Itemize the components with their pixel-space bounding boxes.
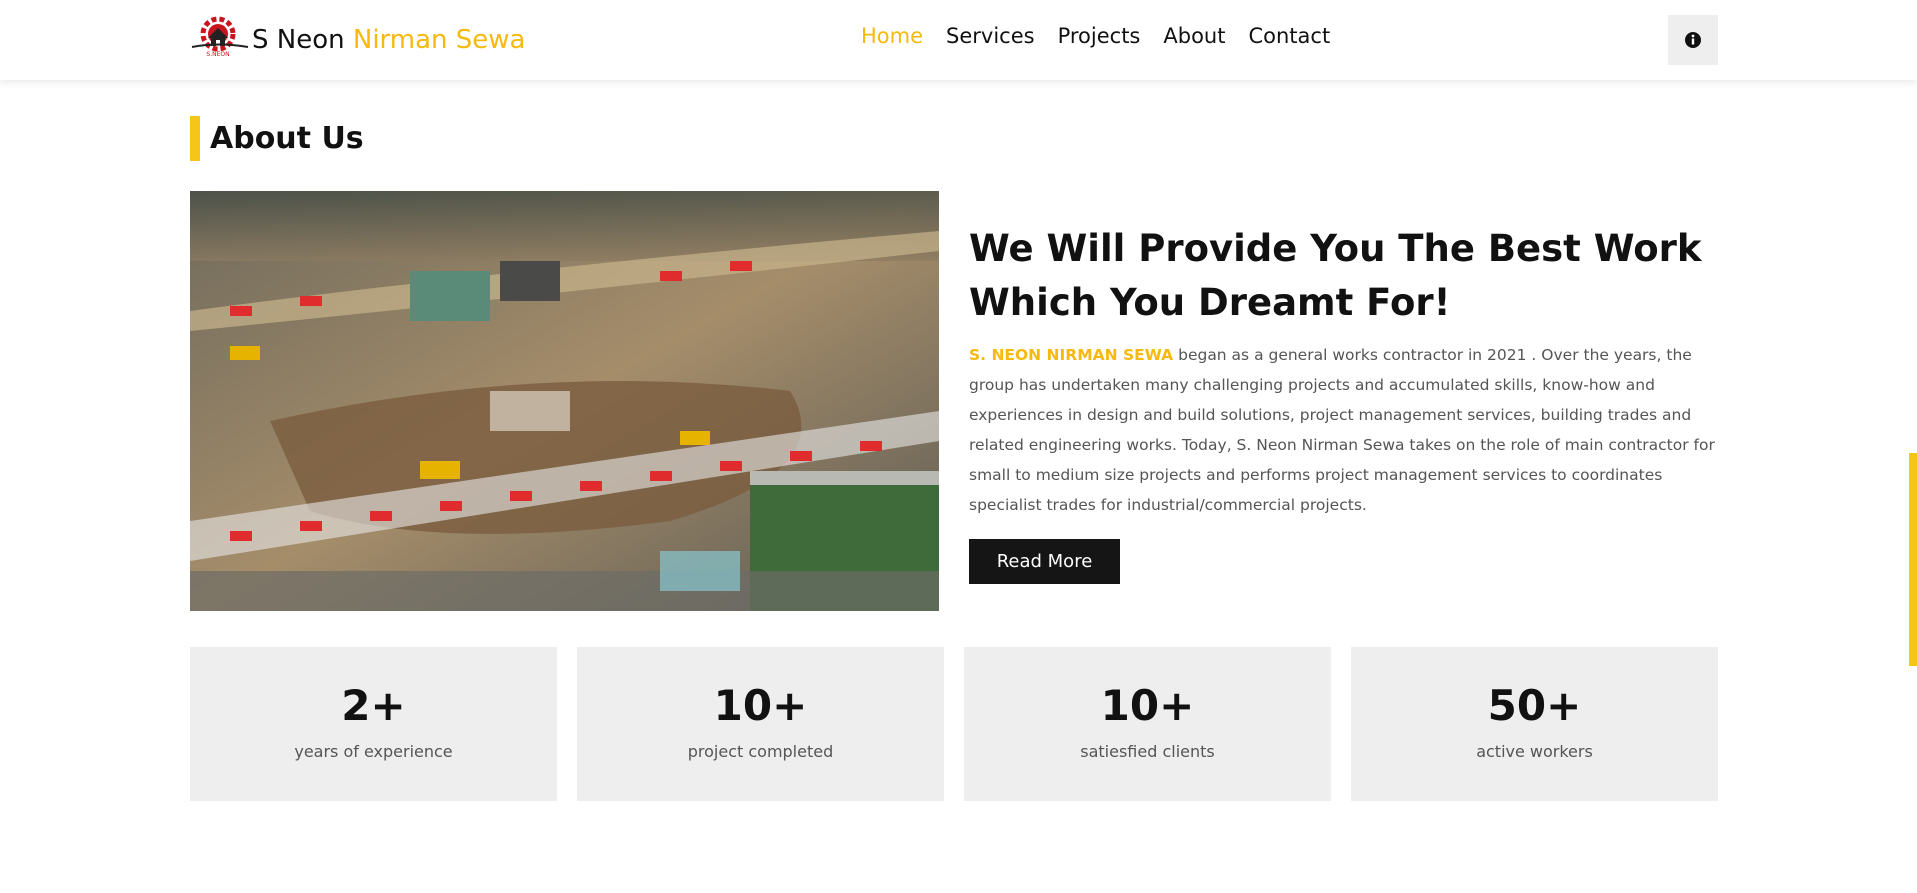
about-headline: We Will Provide You The Best Work Which … <box>969 227 1702 324</box>
info-button[interactable] <box>1668 15 1718 65</box>
side-scroll-tab[interactable] <box>1909 453 1917 666</box>
stat-label: years of experience <box>294 742 453 761</box>
section-title: About Us <box>190 116 364 161</box>
logo[interactable]: S.NEON S Neon Nirman Sewa <box>190 14 525 66</box>
stat-label: active workers <box>1476 742 1593 761</box>
brand-name: S Neon Nirman Sewa <box>252 25 525 55</box>
brand-name-part1: S Neon <box>252 25 345 55</box>
logo-text: S.NEON <box>206 51 229 58</box>
about-body-text: began as a general works contractor in 2… <box>969 346 1715 514</box>
section-heading: About Us <box>210 121 364 156</box>
stat-value: 10+ <box>1100 681 1195 730</box>
info-icon <box>1685 32 1701 48</box>
construction-site-image <box>190 191 939 611</box>
stat-value: 2+ <box>341 681 406 730</box>
company-name-highlight: S. NEON NIRMAN SEWA <box>969 346 1174 364</box>
logo-mark-icon: S.NEON <box>191 16 249 58</box>
stat-card-workers: 50+ active workers <box>1351 647 1718 801</box>
nav-contact[interactable]: Contact <box>1248 24 1330 48</box>
nav-services[interactable]: Services <box>946 24 1035 48</box>
brand-name-part2: Nirman Sewa <box>352 25 526 55</box>
stat-label: satiesfied clients <box>1080 742 1215 761</box>
stat-value: 10+ <box>713 681 808 730</box>
nav-projects[interactable]: Projects <box>1058 24 1141 48</box>
stat-label: project completed <box>687 742 834 761</box>
nav-about[interactable]: About <box>1163 24 1225 48</box>
stat-value: 50+ <box>1487 681 1582 730</box>
site-header: S.NEON S Neon Nirman Sewa Home Services … <box>0 0 1917 80</box>
stat-card-experience: 2+ years of experience <box>190 647 557 801</box>
main-nav: Home Services Projects About Contact <box>861 24 1330 48</box>
read-more-button[interactable]: Read More <box>969 539 1120 584</box>
nav-home[interactable]: Home <box>861 24 923 48</box>
stat-card-clients: 10+ satiesfied clients <box>964 647 1331 801</box>
about-description: S. NEON NIRMAN SEWA began as a general w… <box>969 340 1718 520</box>
section-title-accent <box>190 116 200 161</box>
stat-card-projects: 10+ project completed <box>577 647 944 801</box>
